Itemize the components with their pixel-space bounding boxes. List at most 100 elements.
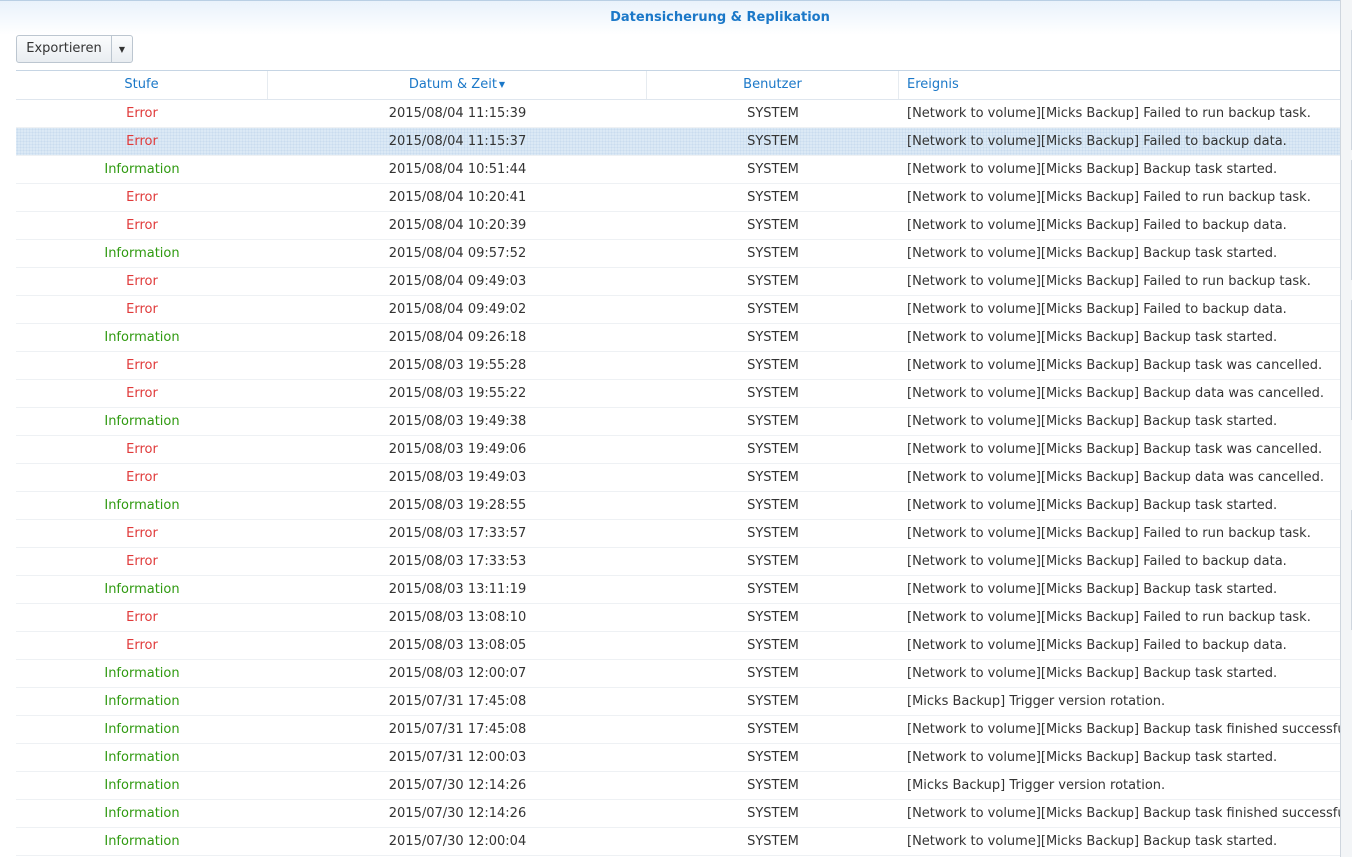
cell-datetime: 2015/08/03 19:49:38 [388, 414, 527, 429]
cell-event: [Network to volume][Micks Backup] Backup… [907, 666, 1278, 681]
cell-datetime: 2015/07/30 12:14:26 [388, 778, 527, 793]
table-row[interactable]: Error 2015/08/04 10:20:39 SYSTEM [Network t… [16, 212, 1340, 240]
cell-datetime: 2015/08/03 19:55:22 [388, 386, 527, 401]
cell-user: SYSTEM [747, 526, 799, 541]
cell-user: SYSTEM [747, 134, 799, 149]
table-row[interactable]: Information 2015/08/03 19:49:38 SYSTEM [Net… [16, 408, 1340, 436]
cell-datetime: 2015/08/04 11:15:39 [388, 106, 527, 121]
cell-datetime: 2015/08/04 09:49:03 [388, 274, 527, 289]
cell-event: [Network to volume][Micks Backup] Failed… [907, 610, 1311, 625]
table-row[interactable]: Error 2015/08/03 13:08:10 SYSTEM [Network t… [16, 604, 1340, 632]
cell-datetime: 2015/08/04 09:57:52 [388, 246, 527, 261]
cell-level: Information [104, 834, 180, 849]
cell-user: SYSTEM [747, 750, 799, 765]
cell-user: SYSTEM [747, 386, 799, 401]
table-row[interactable]: Error 2015/08/03 17:33:53 SYSTEM [Network t… [16, 548, 1340, 576]
log-window: Datensicherung & Replikation Exportieren… [0, 0, 1352, 857]
cell-user: SYSTEM [747, 162, 799, 177]
cell-level: Error [126, 106, 158, 121]
column-header-level[interactable]: Stufe [16, 71, 268, 99]
table-row[interactable]: Information 2015/07/31 17:45:08 SYSTEM [Mic… [16, 688, 1340, 716]
export-split-button[interactable]: Exportieren ▼ [16, 35, 133, 63]
cell-user: SYSTEM [747, 246, 799, 261]
cell-user: SYSTEM [747, 806, 799, 821]
column-header-user[interactable]: Benutzer [647, 71, 899, 99]
cell-level: Error [126, 470, 158, 485]
cell-datetime: 2015/08/03 19:49:03 [388, 470, 527, 485]
table-row[interactable]: Information 2015/07/31 17:45:08 SYSTEM [Net… [16, 716, 1340, 744]
cell-datetime: 2015/08/04 11:15:37 [388, 134, 527, 149]
cell-event: [Network to volume][Micks Backup] Backup… [907, 330, 1278, 345]
cell-datetime: 2015/08/04 10:51:44 [388, 162, 527, 177]
cell-user: SYSTEM [747, 470, 799, 485]
cell-level: Error [126, 554, 158, 569]
column-header-label: Stufe [124, 77, 159, 92]
cell-level: Information [104, 162, 180, 177]
cell-datetime: 2015/08/03 12:00:07 [388, 666, 527, 681]
title-bar: Datensicherung & Replikation [0, 0, 1340, 35]
table-row[interactable]: Information 2015/08/04 09:26:18 SYSTEM [Net… [16, 324, 1340, 352]
export-menu-toggle[interactable]: ▼ [112, 36, 132, 62]
cell-datetime: 2015/08/04 09:26:18 [388, 330, 527, 345]
table-row[interactable]: Information 2015/08/03 19:28:55 SYSTEM [Net… [16, 492, 1340, 520]
cell-user: SYSTEM [747, 330, 799, 345]
cell-datetime: 2015/08/03 19:55:28 [388, 358, 527, 373]
cell-level: Error [126, 218, 158, 233]
table-row[interactable]: Error 2015/08/03 19:55:22 SYSTEM [Network t… [16, 380, 1340, 408]
cell-level: Error [126, 302, 158, 317]
cell-datetime: 2015/08/04 09:49:02 [388, 302, 527, 317]
table-row[interactable]: Information 2015/07/30 12:14:26 SYSTEM [Mic… [16, 772, 1340, 800]
cell-event: [Network to volume][Micks Backup] Backup… [907, 750, 1278, 765]
cell-event: [Network to volume][Micks Backup] Backup… [907, 582, 1278, 597]
cell-level: Information [104, 582, 180, 597]
table-row[interactable]: Error 2015/08/04 09:49:02 SYSTEM [Network t… [16, 296, 1340, 324]
cell-level: Error [126, 190, 158, 205]
cell-event: [Micks Backup] Trigger version rotation. [907, 694, 1166, 709]
cell-user: SYSTEM [747, 834, 799, 849]
table-row[interactable]: Information 2015/08/03 13:11:19 SYSTEM [Net… [16, 576, 1340, 604]
table-row[interactable]: Error 2015/08/03 19:49:03 SYSTEM [Network t… [16, 464, 1340, 492]
cell-event: [Network to volume][Micks Backup] Failed… [907, 526, 1311, 541]
table-row[interactable]: Error 2015/08/03 19:49:06 SYSTEM [Network t… [16, 436, 1340, 464]
cell-datetime: 2015/08/03 17:33:53 [388, 554, 527, 569]
cell-datetime: 2015/07/31 17:45:08 [388, 694, 527, 709]
grid-header: Stufe Datum & Zeit ▼ Benutzer Ereignis [16, 70, 1340, 100]
table-row[interactable]: Information 2015/08/04 10:51:44 SYSTEM [Net… [16, 156, 1340, 184]
table-row[interactable]: Information 2015/07/30 12:00:04 SYSTEM [Net… [16, 828, 1340, 856]
cell-user: SYSTEM [747, 722, 799, 737]
cell-event: [Network to volume][Micks Backup] Backup… [907, 358, 1323, 373]
cell-level: Error [126, 442, 158, 457]
export-button[interactable]: Exportieren [17, 36, 112, 62]
cell-event: [Network to volume][Micks Backup] Backup… [907, 442, 1323, 457]
cell-user: SYSTEM [747, 554, 799, 569]
caret-down-icon: ▼ [118, 44, 126, 54]
table-row[interactable]: Error 2015/08/04 10:20:41 SYSTEM [Network t… [16, 184, 1340, 212]
table-row[interactable]: Information 2015/07/31 12:00:03 SYSTEM [Net… [16, 744, 1340, 772]
table-row[interactable]: Information 2015/08/03 12:00:07 SYSTEM [Net… [16, 660, 1340, 688]
cell-event: [Network to volume][Micks Backup] Failed… [907, 302, 1287, 317]
cell-datetime: 2015/07/31 17:45:08 [388, 722, 527, 737]
cell-level: Information [104, 414, 180, 429]
cell-event: [Network to volume][Micks Backup] Backup… [907, 722, 1340, 737]
table-row[interactable]: Error 2015/08/03 17:33:57 SYSTEM [Network t… [16, 520, 1340, 548]
table-row[interactable]: Error 2015/08/04 09:49:03 SYSTEM [Network t… [16, 268, 1340, 296]
table-row[interactable]: Information 2015/08/04 09:57:52 SYSTEM [Net… [16, 240, 1340, 268]
cell-datetime: 2015/07/30 12:00:04 [388, 834, 527, 849]
column-header-label: Datum & Zeit [408, 77, 497, 92]
column-header-label: Ereignis [907, 77, 959, 92]
column-header-datetime[interactable]: Datum & Zeit ▼ [268, 71, 647, 99]
cell-level: Error [126, 386, 158, 401]
cell-user: SYSTEM [747, 610, 799, 625]
cell-user: SYSTEM [747, 414, 799, 429]
cell-event: [Network to volume][Micks Backup] Failed… [907, 218, 1287, 233]
cell-level: Information [104, 750, 180, 765]
table-row[interactable]: Error 2015/08/04 11:15:39 SYSTEM [Network t… [16, 100, 1340, 128]
table-row[interactable]: Error 2015/08/03 13:08:05 SYSTEM [Network t… [16, 632, 1340, 660]
table-row[interactable]: Error 2015/08/04 11:15:37 SYSTEM [Network t… [16, 128, 1340, 156]
cell-datetime: 2015/08/03 13:08:05 [388, 638, 527, 653]
table-row[interactable]: Information 2015/07/30 12:14:26 SYSTEM [Net… [16, 800, 1340, 828]
cell-user: SYSTEM [747, 694, 799, 709]
column-header-event[interactable]: Ereignis [899, 71, 1340, 99]
cell-event: [Network to volume][Micks Backup] Backup… [907, 498, 1278, 513]
table-row[interactable]: Error 2015/08/03 19:55:28 SYSTEM [Network t… [16, 352, 1340, 380]
